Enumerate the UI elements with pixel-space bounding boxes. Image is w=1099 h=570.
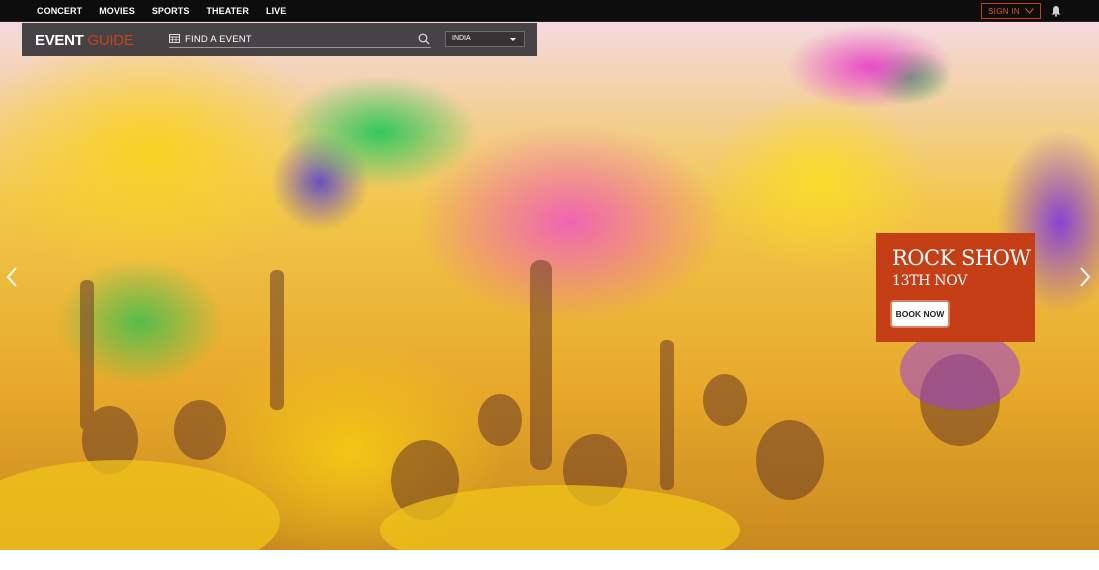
country-select[interactable]: INDIA (445, 31, 525, 47)
chevron-down-icon (1025, 8, 1034, 14)
top-navigation: CONCERT MOVIES SPORTS THEATER LIVE SIGN … (0, 0, 1099, 22)
promo-title: ROCK SHOW (892, 246, 1031, 270)
logo-secondary: GUIDE (87, 32, 134, 49)
search-panel: EVENTGUIDE INDIA (22, 23, 537, 56)
logo-primary: EVENT (35, 32, 84, 49)
book-now-button[interactable]: BOOK NOW (892, 302, 948, 326)
nav-menu: CONCERT MOVIES SPORTS THEATER LIVE (37, 0, 303, 22)
sign-in-button[interactable]: SIGN IN (981, 3, 1041, 19)
arrow-left-icon[interactable] (5, 266, 19, 288)
bell-icon[interactable] (1050, 5, 1062, 17)
country-selected-value: INDIA (452, 35, 471, 42)
nav-item-concert[interactable]: CONCERT (37, 6, 82, 16)
search-field[interactable] (169, 30, 431, 48)
arrow-right-icon[interactable] (1078, 266, 1092, 288)
nav-item-sports[interactable]: SPORTS (152, 6, 190, 16)
search-icon[interactable] (418, 33, 430, 45)
calendar-icon (169, 34, 180, 43)
promo-date: 13TH NOV (892, 273, 968, 289)
nav-item-movies[interactable]: MOVIES (99, 6, 135, 16)
nav-item-live[interactable]: LIVE (266, 6, 286, 16)
caret-down-icon (510, 38, 516, 41)
search-input[interactable] (185, 31, 405, 47)
promo-card: ROCK SHOW 13TH NOV BOOK NOW (876, 233, 1035, 342)
site-logo[interactable]: EVENT GUIDE (35, 32, 134, 49)
sign-in-label: SIGN IN (988, 6, 1020, 16)
nav-item-theater[interactable]: THEATER (206, 6, 249, 16)
